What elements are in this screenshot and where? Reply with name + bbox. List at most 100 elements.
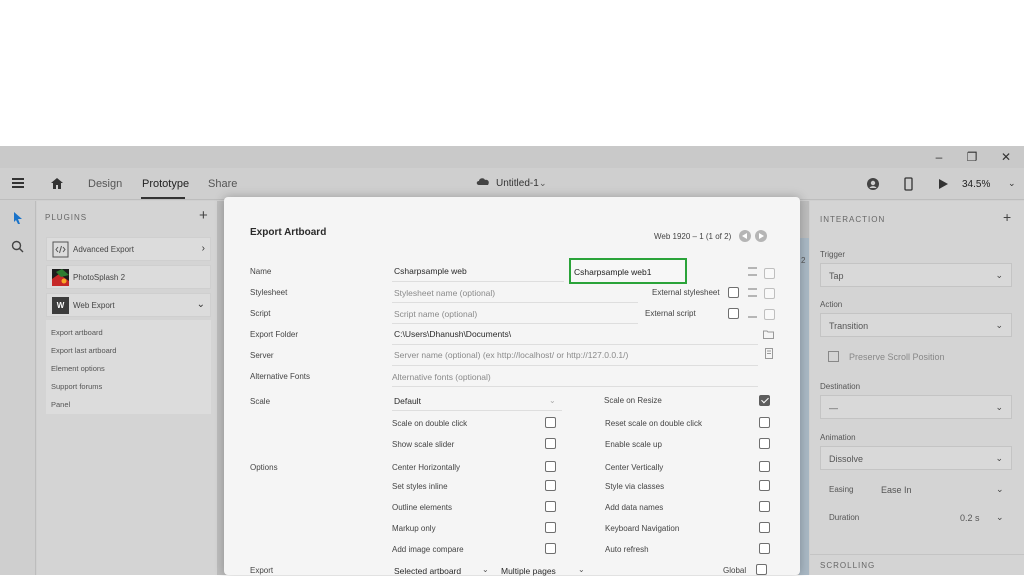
show-scale-slider-checkbox[interactable] xyxy=(545,438,556,449)
close-button[interactable]: ✕ xyxy=(999,150,1013,164)
chevron-down-icon[interactable]: ⌄ xyxy=(539,178,547,189)
scale-double-click-checkbox[interactable] xyxy=(545,417,556,428)
divider xyxy=(392,344,758,345)
easing-value[interactable]: Ease In xyxy=(881,485,912,495)
export-folder-label: Export Folder xyxy=(250,330,299,339)
destination-select[interactable]: — ⌄ xyxy=(820,395,1012,419)
chevron-down-icon: ⌄ xyxy=(995,320,1003,330)
scale-select[interactable]: Default xyxy=(394,396,421,406)
center-vertically-checkbox[interactable] xyxy=(759,461,770,472)
plugin-advanced-export[interactable]: Advanced Export › xyxy=(46,237,211,261)
app-menu-bar: Design Prototype Share Untitled-1 ⌄ 34.5… xyxy=(0,168,1024,200)
plugin-web-export[interactable]: W Web Export ⌄ xyxy=(46,293,211,317)
add-plugin-icon[interactable]: + xyxy=(199,207,208,224)
name-options-icon[interactable] xyxy=(748,267,757,276)
menu-panel[interactable]: Panel xyxy=(51,400,70,409)
reset-scale-checkbox[interactable] xyxy=(759,417,770,428)
add-image-compare-checkbox[interactable] xyxy=(545,543,556,554)
set-styles-inline-checkbox[interactable] xyxy=(545,480,556,491)
tab-prototype[interactable]: Prototype xyxy=(142,178,189,190)
script-options-icon[interactable] xyxy=(748,309,757,318)
scale-chevron-icon[interactable]: ⌄ xyxy=(549,396,556,405)
stylesheet-options-icon[interactable] xyxy=(748,288,757,297)
enable-scale-up-checkbox[interactable] xyxy=(759,438,770,449)
artboard-number: 2 xyxy=(801,256,806,265)
option-outline-elements: Outline elements xyxy=(392,503,453,512)
stylesheet-input[interactable]: Stylesheet name (optional) xyxy=(394,288,495,298)
scale-on-resize-checkbox[interactable] xyxy=(759,395,770,406)
menu-element-options[interactable]: Element options xyxy=(51,364,105,373)
server-label: Server xyxy=(250,351,274,360)
script-input[interactable]: Script name (optional) xyxy=(394,309,477,319)
menu-export-last-artboard[interactable]: Export last artboard xyxy=(51,346,116,355)
export-pages-chevron-icon[interactable]: ⌄ xyxy=(578,565,585,574)
preserve-scroll-checkbox[interactable] xyxy=(828,351,839,362)
name-field[interactable]: Csharpsample web xyxy=(394,266,467,276)
action-label: Action xyxy=(820,300,843,309)
outline-elements-checkbox[interactable] xyxy=(545,501,556,512)
interaction-panel: INTERACTION + Trigger Tap ⌄ Action Trans… xyxy=(810,201,1024,575)
tab-design[interactable]: Design xyxy=(88,178,122,190)
minimize-button[interactable]: – xyxy=(932,150,946,164)
center-horizontally-checkbox[interactable] xyxy=(545,461,556,472)
add-data-names-checkbox[interactable] xyxy=(759,501,770,512)
menu-support-forums[interactable]: Support forums xyxy=(51,382,102,391)
home-icon[interactable] xyxy=(50,177,64,190)
scale-on-resize-label: Scale on Resize xyxy=(604,396,662,405)
name-highlight-field[interactable]: Csharpsample web1 xyxy=(569,258,687,284)
duration-chevron-icon[interactable]: ⌄ xyxy=(996,512,1004,523)
auto-refresh-checkbox[interactable] xyxy=(759,543,770,554)
server-input[interactable]: Server name (optional) (ex http://localh… xyxy=(394,350,628,360)
action-select[interactable]: Transition ⌄ xyxy=(820,313,1012,337)
hamburger-menu-icon[interactable] xyxy=(12,178,24,188)
option-center-horizontally: Center Horizontally xyxy=(392,463,461,472)
tab-share[interactable]: Share xyxy=(208,178,237,190)
external-script-checkbox[interactable] xyxy=(728,308,739,319)
duration-value[interactable]: 0.2 s xyxy=(960,513,980,523)
maximize-button[interactable]: ❐ xyxy=(965,150,979,164)
external-script-label: External script xyxy=(645,309,696,318)
script-checkbox[interactable] xyxy=(764,309,775,320)
play-icon[interactable] xyxy=(936,177,950,191)
name-highlight-value: Csharpsample web1 xyxy=(574,267,652,277)
chevron-down-icon[interactable]: ⌄ xyxy=(197,299,205,310)
keyboard-navigation-checkbox[interactable] xyxy=(759,522,770,533)
active-tab-indicator xyxy=(141,197,185,199)
external-stylesheet-checkbox[interactable] xyxy=(728,287,739,298)
menu-export-artboard[interactable]: Export artboard xyxy=(51,328,103,337)
option-enable-scale-up: Enable scale up xyxy=(605,440,662,449)
stylesheet-checkbox[interactable] xyxy=(764,288,775,299)
options-label: Options xyxy=(250,463,278,472)
export-folder-field[interactable]: C:\Users\Dhanush\Documents\ xyxy=(394,329,511,339)
server-icon[interactable] xyxy=(765,348,773,359)
search-icon[interactable] xyxy=(11,240,24,253)
cloud-icon xyxy=(476,178,489,185)
trigger-select[interactable]: Tap ⌄ xyxy=(820,263,1012,287)
user-share-icon[interactable] xyxy=(866,177,880,191)
chevron-right-icon[interactable]: › xyxy=(202,243,205,254)
markup-only-checkbox[interactable] xyxy=(545,522,556,533)
add-interaction-icon[interactable]: + xyxy=(1003,209,1011,225)
export-chevron-icon[interactable]: ⌄ xyxy=(482,565,489,574)
easing-chevron-icon[interactable]: ⌄ xyxy=(996,484,1004,495)
next-artboard-icon[interactable] xyxy=(755,230,767,242)
select-arrow-icon[interactable] xyxy=(12,211,24,225)
option-markup-only: Markup only xyxy=(392,524,436,533)
name-checkbox[interactable] xyxy=(764,268,775,279)
plugin-photosplash[interactable]: PhotoSplash 2 xyxy=(46,265,211,289)
previous-artboard-icon[interactable] xyxy=(739,230,751,242)
scale-label: Scale xyxy=(250,397,271,406)
document-title[interactable]: Untitled-1 xyxy=(496,178,539,189)
global-checkbox[interactable] xyxy=(756,564,767,575)
plugin-label: Web Export xyxy=(73,301,115,310)
divider xyxy=(810,554,1024,555)
zoom-level[interactable]: 34.5% xyxy=(962,179,990,190)
mobile-preview-icon[interactable] xyxy=(901,177,915,191)
alt-fonts-input[interactable]: Alternative fonts (optional) xyxy=(392,372,491,382)
chevron-down-icon: ⌄ xyxy=(995,453,1003,463)
animation-select[interactable]: Dissolve ⌄ xyxy=(820,446,1012,470)
zoom-chevron-icon[interactable]: ⌄ xyxy=(1008,178,1016,189)
style-via-classes-checkbox[interactable] xyxy=(759,480,770,491)
tool-strip xyxy=(0,201,36,575)
folder-icon[interactable] xyxy=(763,330,774,339)
